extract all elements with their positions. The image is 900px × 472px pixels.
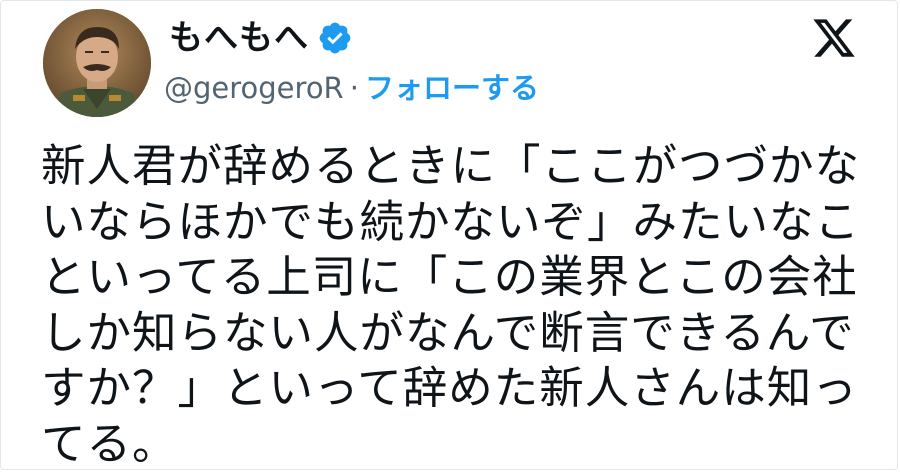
tweet-line: しか知らない人がなんで断言できるんで [41,307,855,359]
tweet-line: といってる上司に「この業界とこの会社 [41,252,858,303]
author-handle[interactable]: @gerogeroR [164,67,344,109]
author-handle-row: @gerogeroR · フォローする [164,67,539,109]
tweet-line: いならほかでも続かないぞ」みたいなこ [41,196,861,248]
verified-badge-icon[interactable] [317,20,353,56]
tweet-line: 新人君が辞めるときに「ここがつづかな [41,141,861,192]
avatar-portrait [43,9,151,117]
author-display-name[interactable]: もへもへ [169,15,309,61]
follow-button[interactable]: フォローする [365,67,539,109]
tweet-line: てる。 [41,418,178,470]
tweet-line: すか？」といって辞めた新人さんは知っ [41,363,858,414]
x-logo-icon[interactable] [811,15,857,61]
author-name-row: もへもへ [169,15,353,61]
separator-dot: · [349,71,359,105]
tweet-text: 新人君が辞めるときに「ここがつづかな いならほかでも続かないぞ」みたいなこ とい… [41,139,871,472]
avatar[interactable] [43,9,151,117]
tweet-card: もへもへ @gerogeroR · フォローする 新人君が辞めるときに「ここがつ… [0,0,898,470]
